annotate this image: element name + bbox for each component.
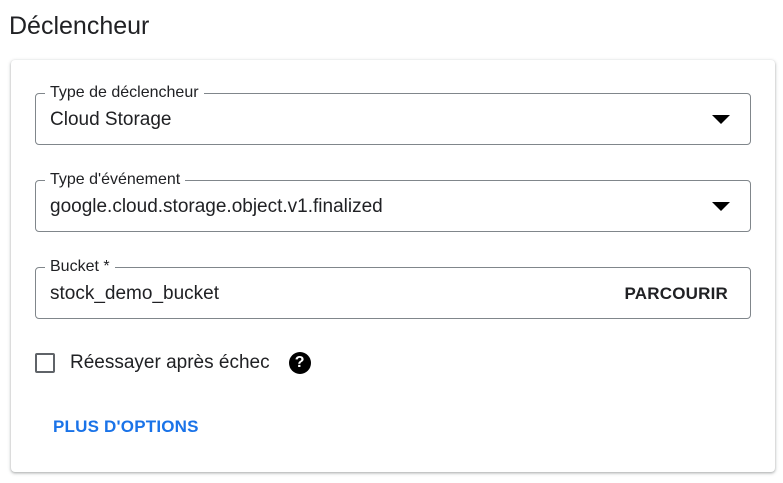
dropdown-arrow-icon[interactable]: [712, 115, 730, 124]
event-type-value: google.cloud.storage.object.v1.finalized: [50, 196, 383, 217]
trigger-card: Type de déclencheur Cloud Storage Type d…: [11, 60, 775, 472]
bucket-label: Bucket *: [45, 257, 115, 277]
trigger-type-select[interactable]: Type de déclencheur Cloud Storage: [35, 83, 751, 145]
bucket-value[interactable]: stock_demo_bucket: [50, 283, 219, 305]
retry-label[interactable]: Réessayer après échec: [70, 352, 270, 374]
question-circle-icon[interactable]: ?: [288, 352, 311, 374]
bucket-input[interactable]: Bucket * stock_demo_bucket PARCOURIR: [35, 257, 751, 319]
dropdown-arrow-icon[interactable]: [712, 202, 730, 211]
retry-checkbox[interactable]: [35, 353, 55, 373]
event-type-select[interactable]: Type d'événement google.cloud.storage.ob…: [35, 170, 751, 232]
section-title: Déclencheur: [9, 12, 150, 40]
event-type-label: Type d'événement: [45, 170, 186, 190]
more-options-button[interactable]: PLUS D'OPTIONS: [53, 416, 199, 438]
trigger-type-label: Type de déclencheur: [45, 83, 204, 103]
trigger-type-value: Cloud Storage: [50, 109, 172, 130]
retry-row: Réessayer après échec ?: [35, 350, 311, 376]
browse-button[interactable]: PARCOURIR: [625, 283, 729, 305]
